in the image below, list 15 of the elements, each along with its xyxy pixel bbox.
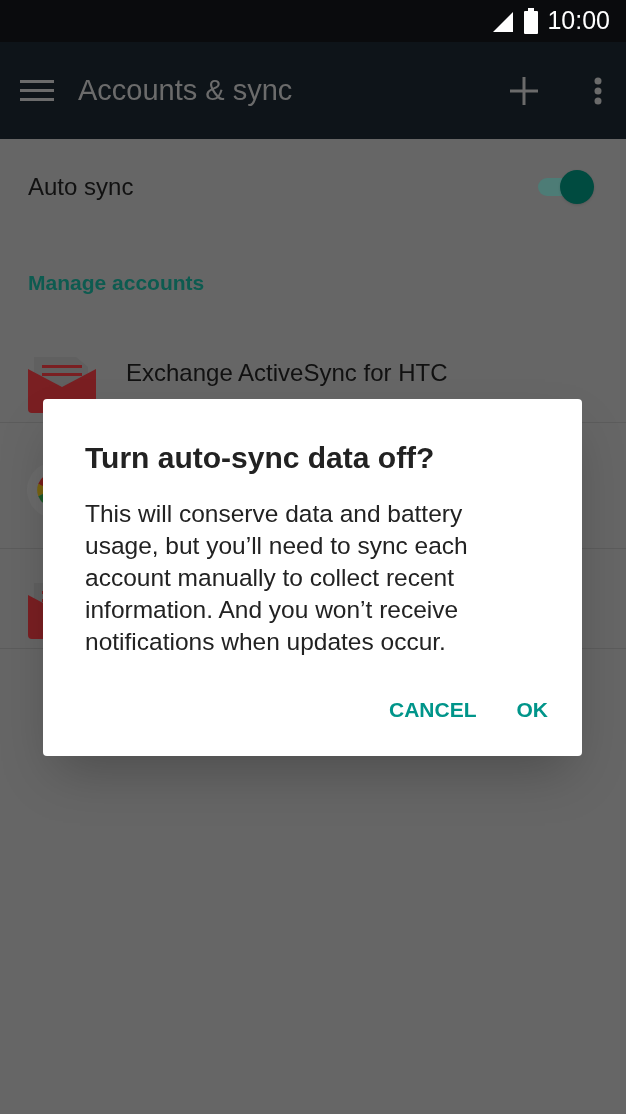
dialog-button[interactable]: CANCEL — [373, 686, 493, 734]
account-title: Exchange ActiveSync for HTC — [126, 358, 448, 388]
battery-icon — [523, 8, 540, 34]
add-icon[interactable] — [510, 76, 538, 105]
status-time: 10:00 — [547, 5, 610, 37]
dialog-title: Turn auto-sync data off? — [85, 440, 436, 476]
dialog-button[interactable]: OK — [500, 686, 564, 734]
more-options-icon[interactable] — [594, 76, 602, 105]
menu-icon[interactable] — [20, 78, 54, 103]
setting-label: Auto sync — [28, 172, 134, 202]
signal-icon — [493, 10, 516, 32]
toggle-switch[interactable] — [536, 169, 594, 205]
toolbar-title: Accounts & sync — [78, 72, 294, 108]
dialog-message: This will conserve data and battery usage, but you’ll need to sync each account manually to collect recent information. And you won’t receive notifications when updates occur. — [85, 499, 469, 657]
section-header: Manage accounts — [28, 270, 205, 297]
